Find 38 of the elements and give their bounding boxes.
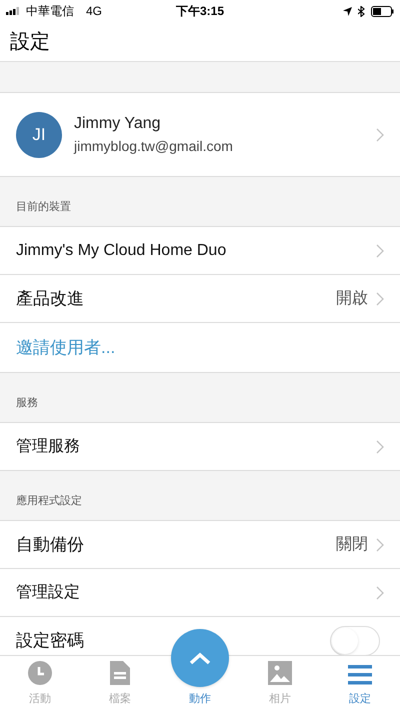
settings-row[interactable]: 自動備份 關閉 [0,521,400,569]
row-value: 關閉 [336,534,368,554]
image-icon [268,660,292,684]
bluetooth-icon [358,6,365,16]
chevron-up-icon [189,652,211,664]
chevron-icon [376,244,384,258]
chevron-icon [376,538,384,552]
settings-row[interactable]: Jimmy's My Cloud Home Duo [0,227,400,275]
user-name: Jimmy Yang [74,114,162,134]
section-header: 目前的裝置 [16,200,71,214]
signal-icon [6,7,22,15]
row-value: 開啟 [336,288,368,308]
toggle-switch[interactable] [330,626,380,655]
chevron-icon [376,440,384,454]
section-header: 應用程式設定 [16,494,82,508]
clock-time: 下午3:15 [176,3,224,20]
chevron-icon [376,292,384,306]
menu-icon [348,664,372,684]
settings-row[interactable]: 管理設定 [0,569,400,617]
row-label: 設定密碼 [16,630,84,652]
chevron-icon [376,586,384,600]
page-title: 設定 [10,30,50,54]
tab-button[interactable]: 設定 [320,656,400,711]
chevron-icon [376,128,384,142]
settings-row[interactable]: 管理服務 [0,423,400,471]
user-email: jimmyblog.tw@gmail.com [74,137,234,156]
section-header: 服務 [16,396,38,410]
clock-icon [28,660,52,684]
profile-row[interactable]: JI Jimmy Yang jimmyblog.tw@gmail.com [0,93,400,177]
network-type: 4G [86,3,102,20]
location-icon [343,6,352,16]
action-button[interactable] [171,629,229,687]
carrier-name: 中華電信 [26,3,74,20]
settings-row[interactable]: 產品改進 開啟 [0,275,400,323]
avatar: JI [16,112,62,158]
battery-icon [371,6,394,16]
tab-label[interactable]: 動作 [189,690,211,707]
document-icon [110,660,130,684]
